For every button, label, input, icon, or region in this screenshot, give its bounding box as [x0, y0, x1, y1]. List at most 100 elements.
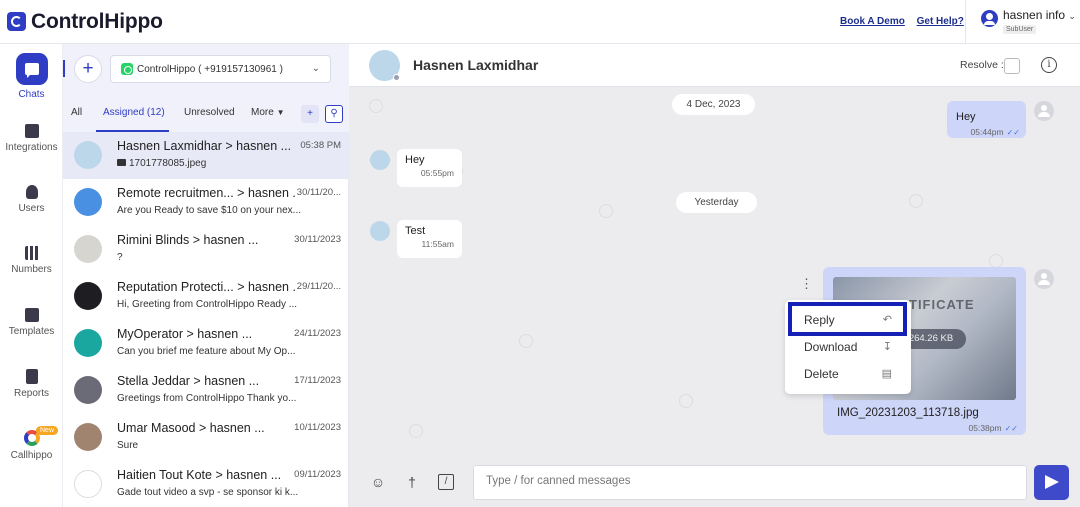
conversation-time: 24/11/2023 — [294, 328, 341, 339]
new-badge: New — [36, 426, 59, 435]
chevron-down-icon: ⌄ — [311, 63, 320, 74]
add-user-icon[interactable]: + — [301, 105, 319, 123]
menu-delete[interactable]: Delete ▤ — [785, 362, 911, 388]
templates-icon — [24, 308, 39, 322]
nav-label: Chats — [18, 89, 45, 100]
more-options-icon[interactable]: ⋮ — [800, 276, 813, 292]
message-text: Hey — [405, 154, 425, 166]
sender-avatar — [1034, 269, 1054, 289]
search-icon[interactable]: ⚲ — [325, 105, 343, 123]
reports-icon — [25, 369, 38, 384]
conversation-name: Reputation Protecti... > hasnen ... — [117, 280, 297, 294]
nav-templates[interactable]: Templates — [0, 308, 63, 337]
nav-label: Users — [18, 203, 45, 214]
avatar — [74, 282, 102, 310]
logo-text: ControlHippo — [31, 9, 163, 33]
conversation-item[interactable]: Rimini Blinds > hasnen ... 30/11/2023 ? — [63, 226, 349, 273]
menu-label: Download — [804, 340, 858, 354]
canned-message-icon[interactable]: / — [438, 474, 454, 490]
conversation-name: Stella Jeddar > hasnen ... — [117, 374, 260, 388]
nav-reports[interactable]: Reports — [0, 369, 63, 399]
conversation-time: 30/11/20... — [296, 187, 341, 198]
info-icon[interactable]: i — [1041, 57, 1057, 73]
menu-label: Delete — [804, 367, 839, 381]
conversation-item[interactable]: MyOperator > hasnen ... 24/11/2023 Can y… — [63, 320, 349, 367]
tab-more-label: More — [251, 107, 274, 118]
resolve-checkbox[interactable] — [1004, 58, 1020, 74]
nav-users[interactable]: Users — [0, 185, 63, 214]
tab-all[interactable]: All — [71, 107, 82, 118]
avatar — [74, 423, 102, 451]
conversation-item[interactable]: Haitien Tout Kote > hasnen ... 09/11/202… — [63, 461, 349, 507]
message-outgoing[interactable]: Hey 05:44pm ✓✓ — [947, 101, 1026, 138]
conversation-time: 09/11/2023 — [294, 469, 341, 480]
conversation-item[interactable]: Remote recruitmen... > hasnen ... 30/11/… — [63, 179, 349, 226]
conversation-time: 05:38 PM — [300, 140, 341, 151]
chevron-down-icon: ⌄ — [1068, 11, 1076, 21]
message-incoming[interactable]: Hey 05:55pm — [397, 149, 462, 187]
nav-integrations[interactable]: Integrations — [0, 124, 63, 153]
channel-select[interactable]: ControlHippo ( +919157130961 ) ⌄ — [110, 55, 331, 83]
conversation-name: Remote recruitmen... > hasnen ... — [117, 186, 297, 200]
user-menu[interactable]: hasnen info ⌄ SubUser — [981, 8, 1076, 34]
file-name: IMG_20231203_113718.jpg — [837, 407, 979, 419]
avatar — [74, 141, 102, 169]
chat-header: Hasnen Laxmidhar Resolve : i — [349, 44, 1080, 87]
user-role-badge: SubUser — [1003, 25, 1037, 34]
whatsapp-icon — [121, 63, 133, 75]
message-text: Test — [405, 225, 426, 237]
book-demo-link[interactable]: Book A Demo — [840, 16, 905, 27]
conversation-name: MyOperator > hasnen ... — [117, 327, 253, 341]
contact-avatar-small — [370, 221, 390, 241]
message-input[interactable]: Type / for canned messages — [473, 465, 1027, 500]
tab-assigned[interactable]: Assigned (12) — [103, 107, 165, 118]
nav-label: Integrations — [5, 142, 58, 153]
conversation-name: Haitien Tout Kote > hasnen ... — [117, 468, 282, 482]
left-nav: Chats Integrations Users Numbers Templat… — [0, 44, 63, 507]
logo[interactable]: ControlHippo — [7, 10, 163, 34]
nav-label: Templates — [8, 326, 55, 337]
qr-icon — [24, 246, 39, 260]
camera-icon — [117, 159, 126, 166]
attachment-icon[interactable]: † — [404, 474, 420, 490]
integrations-icon — [24, 124, 39, 138]
conversation-name: Rimini Blinds > hasnen ... — [117, 233, 259, 247]
user-icon — [25, 185, 38, 199]
nav-chats[interactable]: Chats — [0, 53, 63, 100]
menu-download[interactable]: Download ↧ — [785, 335, 911, 361]
reply-highlight — [788, 302, 907, 336]
conversation-preview: Greetings from ControlHippo Thank yo... — [117, 393, 297, 404]
message-context-menu: Reply ↶ Download ↧ Delete ▤ — [785, 300, 911, 394]
emoji-icon[interactable]: ☺ — [370, 474, 386, 490]
caret-down-icon: ▼ — [276, 108, 285, 117]
nav-label: Callhippo — [10, 450, 53, 461]
conversation-time: 10/11/2023 — [294, 422, 341, 433]
message-incoming[interactable]: Test 11:55am — [397, 220, 462, 258]
conversation-name: Umar Masood > hasnen ... — [117, 421, 265, 435]
avatar — [74, 470, 102, 498]
tab-more[interactable]: More ▼ — [251, 107, 285, 118]
send-button[interactable] — [1034, 465, 1069, 500]
message-text: Hey — [956, 111, 976, 123]
tab-unresolved[interactable]: Unresolved — [184, 107, 235, 118]
avatar — [74, 235, 102, 263]
logo-icon — [7, 12, 26, 31]
new-chat-button[interactable]: + — [74, 55, 102, 83]
time-text: 05:38pm — [968, 423, 1002, 433]
conversation-item[interactable]: Stella Jeddar > hasnen ... 17/11/2023 Gr… — [63, 367, 349, 414]
date-separator: Yesterday — [676, 192, 757, 213]
chat-area: Hasnen Laxmidhar Resolve : i 4 Dec, 2023… — [349, 44, 1080, 507]
conversation-time: 29/11/20... — [296, 281, 341, 292]
conversation-item[interactable]: Hasnen Laxmidhar > hasnen ... 05:38 PM 1… — [63, 132, 349, 179]
conversation-item[interactable]: Reputation Protecti... > hasnen ... 29/1… — [63, 273, 349, 320]
nav-callhippo[interactable]: New Callhippo — [0, 426, 63, 461]
conversation-item[interactable]: Umar Masood > hasnen ... 10/11/2023 Sure — [63, 414, 349, 461]
nav-numbers[interactable]: Numbers — [0, 246, 63, 275]
status-dot — [393, 74, 400, 81]
user-avatar-icon — [981, 10, 998, 27]
contact-name[interactable]: Hasnen Laxmidhar — [413, 57, 538, 73]
conversation-time: 17/11/2023 — [294, 375, 341, 386]
conversation-name: Hasnen Laxmidhar > hasnen ... — [117, 139, 292, 153]
header-divider — [965, 0, 966, 44]
get-help-link[interactable]: Get Help? — [917, 16, 964, 27]
